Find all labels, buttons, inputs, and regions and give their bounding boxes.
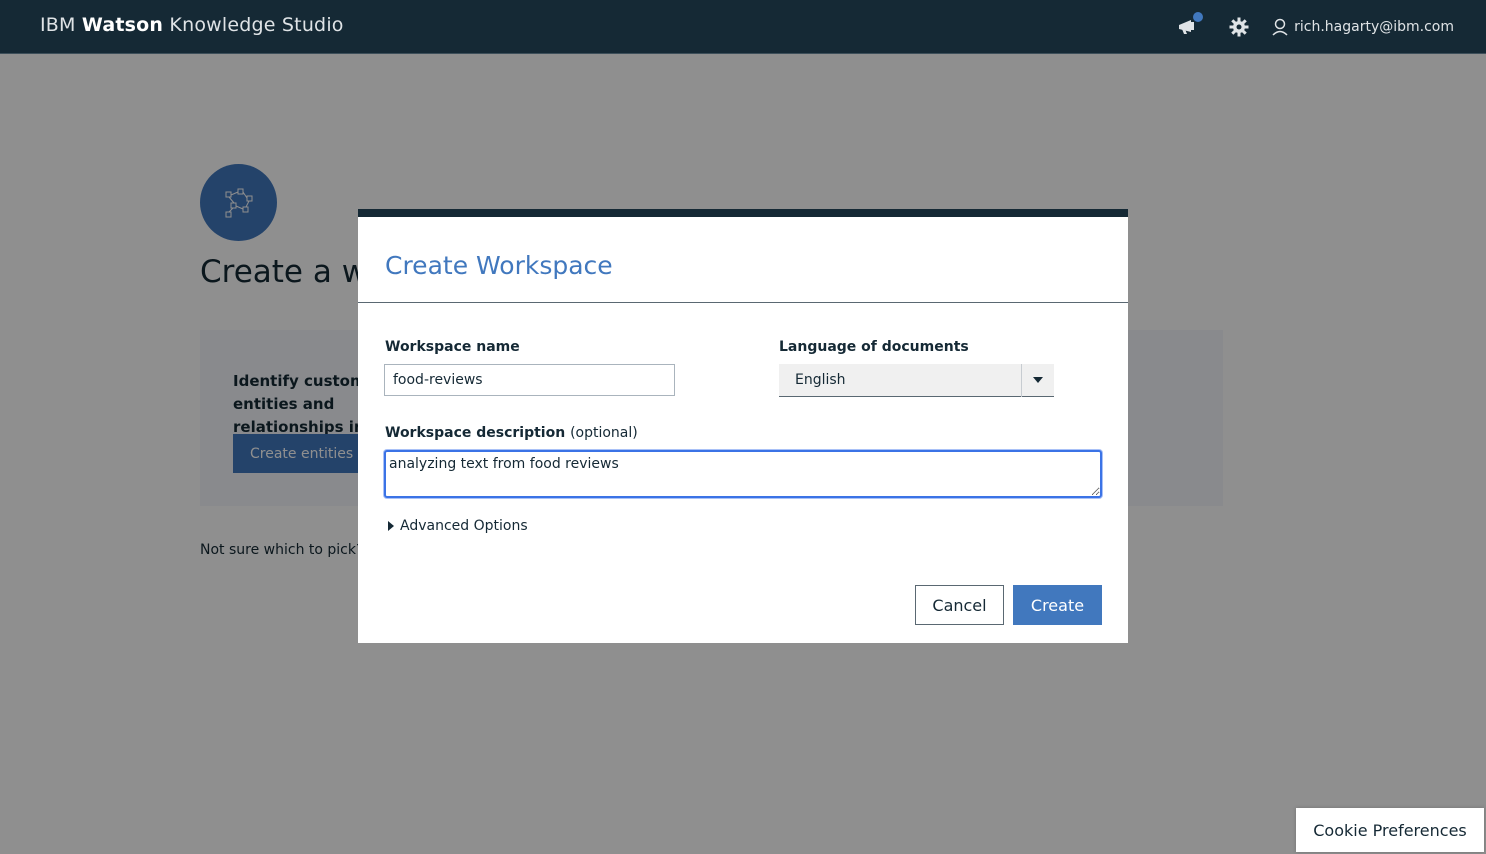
language-label: Language of documents [779,339,969,355]
header-actions: rich.hagarty@ibm.com [1176,0,1454,54]
language-value: English [795,372,846,388]
cookie-preferences-button[interactable]: Cookie Preferences [1296,808,1484,852]
language-select[interactable]: English [779,363,1054,397]
user-menu[interactable]: rich.hagarty@ibm.com [1272,18,1454,36]
user-email: rich.hagarty@ibm.com [1294,19,1454,35]
advanced-options-toggle[interactable]: Advanced Options [388,518,528,534]
top-header: IBM Watson Knowledge Studio rich.hagarty… [0,0,1486,54]
settings-icon[interactable] [1226,14,1252,40]
dialog-divider [358,302,1128,303]
brand-bold: Watson [81,14,164,36]
workspace-description-input[interactable]: analyzing text from food reviews [384,450,1102,498]
dialog-title: Create Workspace [385,251,613,280]
workspace-name-input[interactable] [384,364,675,396]
brand-prefix: IBM [40,14,76,36]
app-brand[interactable]: IBM Watson Knowledge Studio [40,14,344,36]
announcement-icon[interactable] [1176,12,1204,40]
caret-right-icon [388,521,394,531]
optional-tag: (optional) [570,425,638,441]
create-button[interactable]: Create [1013,585,1102,625]
description-label: Workspace description (optional) [385,425,638,441]
description-label-text: Workspace description [385,425,566,441]
caret-down-icon[interactable] [1021,363,1054,397]
notification-dot [1193,12,1204,22]
advanced-options-label: Advanced Options [400,518,528,534]
create-workspace-dialog: Create Workspace Workspace name Language… [358,209,1128,643]
user-icon [1272,18,1288,36]
cancel-button[interactable]: Cancel [915,585,1004,625]
workspace-name-label: Workspace name [385,339,520,355]
brand-suffix: Knowledge Studio [169,14,344,36]
